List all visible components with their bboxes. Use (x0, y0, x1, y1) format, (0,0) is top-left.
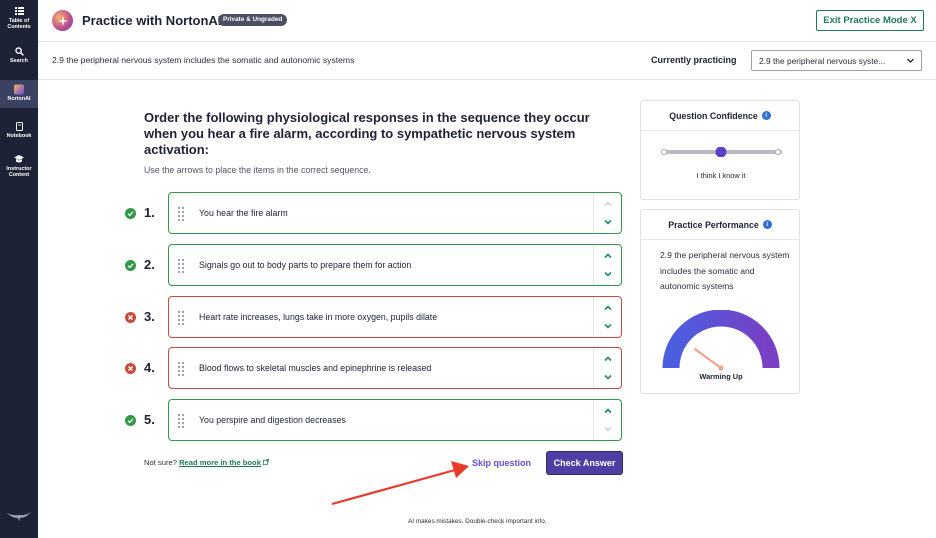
reorder-arrows (593, 297, 621, 337)
move-down-icon[interactable] (603, 217, 613, 227)
check-circle-icon (125, 415, 136, 426)
practice-performance-panel: Practice Performance i 2.9 the periphera… (640, 209, 800, 394)
private-badge: Private & Ungraded (218, 14, 288, 26)
not-sure-text: Not sure? Read more in the book (144, 458, 269, 467)
page-title: Practice with NortonAI (82, 13, 222, 28)
item-number: 1. (144, 205, 155, 220)
info-icon[interactable]: i (761, 111, 771, 120)
gauge-label: Warming Up (699, 372, 743, 381)
draggable-item-card[interactable]: Heart rate increases, lungs take in more… (168, 296, 622, 338)
panel-title: Question Confidence (669, 110, 758, 121)
item-number: 4. (144, 360, 155, 375)
move-up-icon[interactable] (603, 303, 613, 313)
sidebar-item-instructor-content[interactable]: Instructor Content (0, 154, 38, 184)
section-title: 2.9 the peripheral nervous system includ… (52, 55, 355, 65)
list-item: 1. You hear the fire alarm (122, 192, 622, 234)
item-text: Heart rate increases, lungs take in more… (199, 312, 438, 322)
performance-topic: 2.9 the peripheral nervous system includ… (660, 250, 790, 291)
item-number: 3. (144, 309, 155, 324)
section-select[interactable]: 2.9 the peripheral nervous syste... (751, 50, 922, 71)
list-item: 4. Blood flows to skeletal muscles and e… (122, 347, 622, 389)
panel-header: Practice Performance i (641, 210, 799, 240)
sidebar-item-label: Content (8, 172, 30, 178)
drag-handle-icon[interactable] (177, 258, 185, 274)
question-prompt: Order the following physiological respon… (144, 110, 590, 157)
sidebar: Table of Contents Search NortonAI Notebo… (0, 0, 38, 538)
graduation-cap-icon (14, 154, 24, 164)
draggable-item-card[interactable]: You hear the fire alarm (168, 192, 622, 234)
nortonai-logo (52, 10, 73, 31)
list-item: 2. Signals go out to body parts to prepa… (122, 244, 622, 286)
not-sure-label: Not sure? (144, 458, 177, 467)
performance-gauge (662, 310, 780, 371)
chevron-down-icon (907, 58, 914, 63)
sidebar-item-nortonai[interactable]: NortonAI (0, 80, 38, 108)
confidence-slider[interactable] (661, 147, 782, 157)
sidebar-item-label: NortonAI (7, 96, 31, 102)
top-bar: Practice with NortonAI Private & Ungrade… (38, 0, 936, 42)
search-icon (14, 46, 24, 56)
drag-handle-icon[interactable] (177, 310, 185, 326)
list-item: 5. You perspire and digestion decreases (122, 399, 622, 441)
currently-practicing-label: Currently practicing (651, 55, 737, 65)
drag-handle-icon[interactable] (177, 206, 185, 222)
section-select-value: 2.9 the peripheral nervous syste... (759, 56, 886, 66)
draggable-item-card[interactable]: Blood flows to skeletal muscles and epin… (168, 347, 622, 389)
sidebar-item-label: Search (10, 58, 28, 64)
move-down-icon[interactable] (603, 372, 613, 382)
sidebar-item-table-of-contents[interactable]: Table of Contents (0, 6, 38, 36)
draggable-item-card[interactable]: Signals go out to body parts to prepare … (168, 244, 622, 286)
panel-header: Question Confidence i (641, 101, 799, 131)
item-text: Blood flows to skeletal muscles and epin… (199, 363, 432, 373)
norton-bird-logo (7, 512, 31, 521)
sidebar-item-label: Notebook (6, 133, 32, 139)
move-down-icon[interactable] (603, 269, 613, 279)
drag-handle-icon[interactable] (177, 413, 185, 429)
list-item: 3. Heart rate increases, lungs take in m… (122, 296, 622, 338)
sidebar-item-label: Contents (7, 24, 31, 30)
move-up-icon[interactable] (603, 199, 613, 209)
item-text: You hear the fire alarm (199, 208, 288, 218)
external-link-icon (263, 459, 269, 465)
x-circle-icon (125, 363, 136, 374)
check-answer-button[interactable]: Check Answer (546, 451, 623, 475)
reorder-arrows (593, 400, 621, 440)
item-text: Signals go out to body parts to prepare … (199, 260, 412, 270)
reorder-arrows (593, 245, 621, 285)
reorder-arrows (593, 193, 621, 233)
move-down-icon[interactable] (603, 424, 613, 434)
sidebar-item-search[interactable]: Search (0, 46, 38, 70)
move-down-icon[interactable] (603, 321, 613, 331)
move-up-icon[interactable] (603, 354, 613, 364)
read-more-link[interactable]: Read more in the book (179, 458, 261, 467)
toc-icon (14, 6, 24, 16)
item-number: 5. (144, 412, 155, 427)
ai-disclaimer: AI makes mistakes. Double-check importan… (408, 518, 547, 525)
sidebar-item-notebook[interactable]: Notebook (0, 121, 38, 143)
item-number: 2. (144, 257, 155, 272)
move-up-icon[interactable] (603, 406, 613, 416)
exit-practice-button[interactable]: Exit Practice Mode X (816, 10, 924, 31)
item-text: You perspire and digestion decreases (199, 415, 346, 425)
annotation-arrow (331, 461, 469, 506)
sub-header: 2.9 the peripheral nervous system includ… (38, 42, 936, 80)
check-circle-icon (125, 260, 136, 271)
notebook-icon (14, 121, 24, 131)
panel-title: Practice Performance (668, 219, 759, 230)
drag-handle-icon[interactable] (177, 361, 185, 377)
skip-question-button[interactable]: Skip question (472, 458, 531, 468)
info-icon[interactable]: i (762, 220, 772, 229)
reorder-arrows (593, 348, 621, 388)
check-circle-icon (125, 208, 136, 219)
confidence-value-label: I think I know it (696, 171, 746, 180)
x-circle-icon (125, 312, 136, 323)
move-up-icon[interactable] (603, 251, 613, 261)
question-confidence-panel: Question Confidence i I think I know it (640, 100, 800, 200)
question-instructions: Use the arrows to place the items in the… (144, 165, 371, 175)
draggable-item-card[interactable]: You perspire and digestion decreases (168, 399, 622, 441)
nortonai-icon (14, 84, 24, 94)
